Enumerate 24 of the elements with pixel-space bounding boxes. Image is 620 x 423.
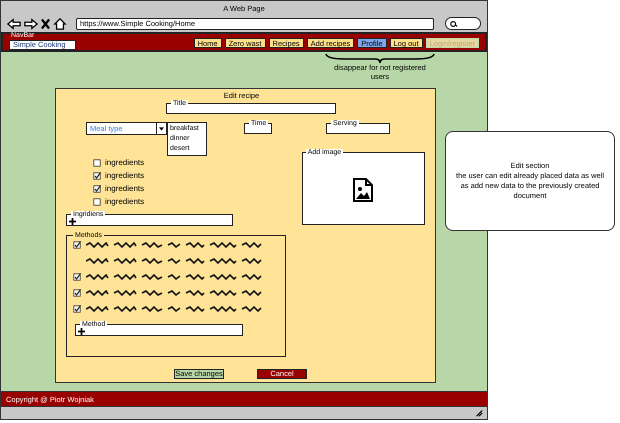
ingredient-label: ingredients bbox=[105, 158, 144, 168]
forward-icon[interactable] bbox=[24, 18, 38, 30]
back-icon[interactable] bbox=[7, 18, 21, 30]
plus-icon[interactable] bbox=[69, 218, 76, 225]
checkbox[interactable] bbox=[93, 159, 101, 167]
resize-grip-icon[interactable] bbox=[475, 409, 483, 417]
close-icon[interactable] bbox=[41, 18, 50, 30]
image-file-icon bbox=[353, 178, 374, 202]
ingredient-label: ingredients bbox=[105, 171, 144, 181]
ingredient-label: ingredients bbox=[105, 184, 144, 194]
plus-icon[interactable] bbox=[78, 328, 85, 335]
checkbox[interactable] bbox=[73, 241, 81, 249]
home-icon[interactable] bbox=[53, 18, 67, 30]
caret-icon bbox=[159, 126, 164, 130]
checkbox[interactable] bbox=[93, 185, 101, 193]
checkbox[interactable] bbox=[73, 273, 81, 281]
search-icon bbox=[450, 20, 458, 28]
checkbox[interactable] bbox=[73, 289, 81, 297]
checkbox[interactable] bbox=[93, 172, 101, 180]
checkbox[interactable] bbox=[93, 198, 101, 206]
search-field[interactable] bbox=[445, 17, 481, 30]
brace-icon bbox=[325, 53, 435, 63]
checkbox[interactable] bbox=[73, 305, 81, 313]
ingredient-label: ingredients bbox=[105, 197, 144, 207]
